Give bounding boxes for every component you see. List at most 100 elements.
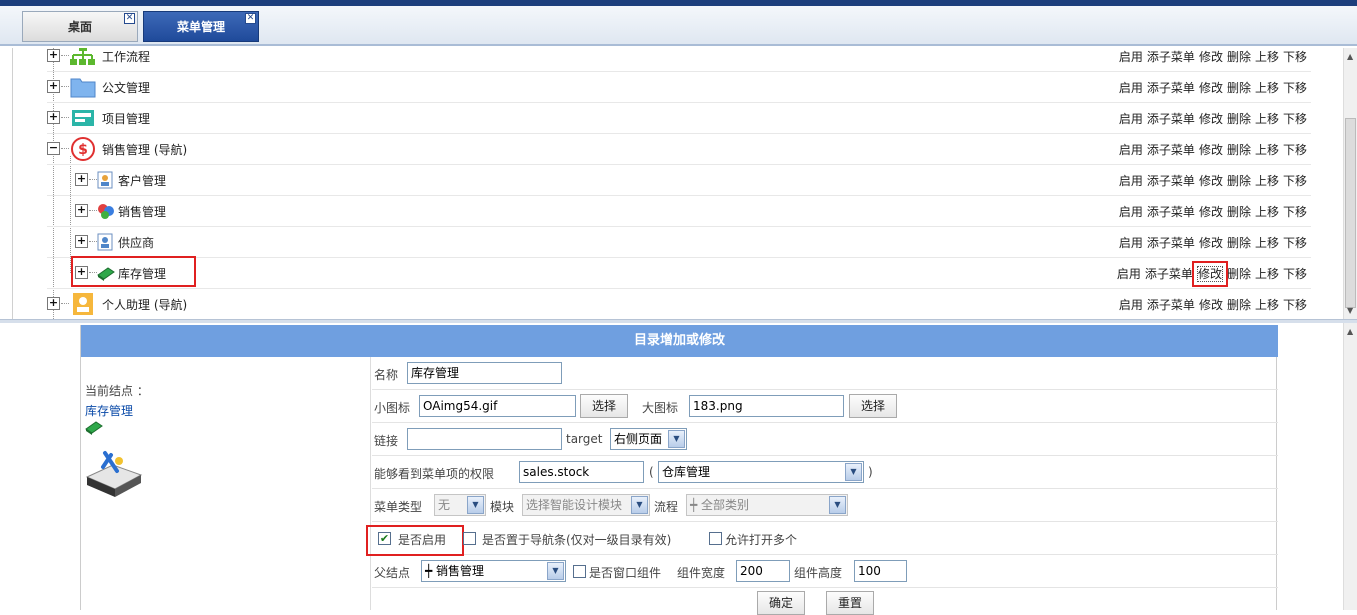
small-icon-input[interactable]: OAimg54.gif	[419, 395, 576, 417]
navbar-checkbox-label[interactable]: 是否置于导航条(仅对一级目录有效)	[482, 531, 671, 548]
delete-link[interactable]: 删除	[1227, 236, 1251, 250]
scroll-up-icon[interactable]: ▲	[1347, 327, 1353, 336]
enable-link[interactable]: 启用	[1117, 267, 1141, 281]
enable-link[interactable]: 启用	[1119, 298, 1143, 312]
delete-link[interactable]: 删除	[1227, 298, 1251, 312]
tree-row-label[interactable]: 工作流程	[102, 48, 150, 65]
window-component-checkbox[interactable]	[573, 565, 586, 578]
edit-link[interactable]: 修改	[1199, 236, 1223, 250]
add-child-link[interactable]: 添子菜单	[1147, 50, 1195, 64]
chevron-down-icon[interactable]: ▼	[631, 496, 648, 514]
move-up-link[interactable]: 上移	[1255, 205, 1279, 219]
add-child-link[interactable]: 添子菜单	[1145, 267, 1193, 281]
tree-row[interactable]: + 项目管理 启用 添子菜单 修改 删除 上移 下移	[47, 103, 1311, 134]
move-up-link[interactable]: 上移	[1255, 267, 1279, 281]
move-down-link[interactable]: 下移	[1283, 267, 1307, 281]
parent-select[interactable]: ┿ 销售管理 ▼	[421, 560, 566, 582]
name-input[interactable]: 库存管理	[407, 362, 562, 384]
delete-link[interactable]: 删除	[1227, 50, 1251, 64]
delete-link[interactable]: 删除	[1227, 205, 1251, 219]
add-child-link[interactable]: 添子菜单	[1147, 81, 1195, 95]
edit-link[interactable]: 修改	[1199, 174, 1223, 188]
move-down-link[interactable]: 下移	[1283, 174, 1307, 188]
add-child-link[interactable]: 添子菜单	[1147, 174, 1195, 188]
expand-icon[interactable]: +	[47, 111, 60, 124]
tree-row-label[interactable]: 销售管理	[118, 203, 166, 220]
enable-link[interactable]: 启用	[1119, 112, 1143, 126]
chevron-down-icon[interactable]: ▼	[547, 562, 564, 580]
move-down-link[interactable]: 下移	[1283, 143, 1307, 157]
navbar-checkbox[interactable]	[463, 532, 476, 545]
permission-select[interactable]: 仓库管理 ▼	[658, 461, 864, 483]
multi-open-checkbox-label[interactable]: 允许打开多个	[725, 531, 797, 548]
tree-row[interactable]: + 公文管理 启用 添子菜单 修改 删除 上移 下移	[47, 72, 1311, 103]
tree-row[interactable]: + 销售管理 启用 添子菜单 修改 删除 上移 下移	[47, 196, 1311, 227]
pane-divider[interactable]	[0, 319, 1357, 323]
delete-link[interactable]: 删除	[1227, 81, 1251, 95]
move-up-link[interactable]: 上移	[1255, 81, 1279, 95]
move-down-link[interactable]: 下移	[1283, 298, 1307, 312]
menu-type-select[interactable]: 无 ▼	[434, 494, 486, 516]
delete-link[interactable]: 删除	[1227, 267, 1251, 281]
delete-link[interactable]: 删除	[1227, 174, 1251, 188]
add-child-link[interactable]: 添子菜单	[1147, 205, 1195, 219]
move-up-link[interactable]: 上移	[1255, 298, 1279, 312]
enable-link[interactable]: 启用	[1119, 205, 1143, 219]
enable-link[interactable]: 启用	[1119, 50, 1143, 64]
enable-link[interactable]: 启用	[1119, 174, 1143, 188]
move-up-link[interactable]: 上移	[1255, 174, 1279, 188]
tab-desktop[interactable]: 桌面 ✕	[22, 11, 138, 42]
enable-link[interactable]: 启用	[1119, 81, 1143, 95]
tree-row[interactable]: + 供应商 启用 添子菜单 修改 删除 上移 下移	[47, 227, 1311, 258]
multi-open-checkbox[interactable]	[709, 532, 722, 545]
tab-menu-management[interactable]: 菜单管理 ✕	[143, 11, 259, 42]
tree-row-selected[interactable]: + 库存管理 启用 添子菜单 修改 删除 上移 下移	[47, 256, 1311, 289]
expand-icon[interactable]: +	[75, 235, 88, 248]
flow-select[interactable]: ┿ 全部类别 ▼	[686, 494, 848, 516]
move-down-link[interactable]: 下移	[1283, 81, 1307, 95]
close-icon[interactable]: ✕	[245, 13, 256, 24]
chevron-down-icon[interactable]: ▼	[467, 496, 484, 514]
edit-link[interactable]: 修改	[1199, 205, 1223, 219]
component-width-input[interactable]: 200	[736, 560, 790, 582]
enable-link[interactable]: 启用	[1119, 143, 1143, 157]
permission-input[interactable]: sales.stock	[519, 461, 644, 483]
component-height-input[interactable]: 100	[854, 560, 907, 582]
window-component-label[interactable]: 是否窗口组件	[589, 564, 661, 581]
move-down-link[interactable]: 下移	[1283, 205, 1307, 219]
large-icon-input[interactable]: 183.png	[689, 395, 844, 417]
scroll-up-icon[interactable]: ▲	[1347, 52, 1353, 61]
tree-row-label[interactable]: 项目管理	[102, 110, 150, 127]
expand-icon[interactable]: +	[47, 80, 60, 93]
chevron-down-icon[interactable]: ▼	[845, 463, 862, 481]
edit-link[interactable]: 修改	[1199, 50, 1223, 64]
move-down-link[interactable]: 下移	[1283, 112, 1307, 126]
module-select[interactable]: 选择智能设计模块 ▼	[522, 494, 650, 516]
large-icon-select-button[interactable]: 选择	[849, 394, 897, 418]
move-up-link[interactable]: 上移	[1255, 112, 1279, 126]
add-child-link[interactable]: 添子菜单	[1147, 143, 1195, 157]
chevron-down-icon[interactable]: ▼	[668, 430, 685, 448]
scroll-down-icon[interactable]: ▼	[1347, 306, 1353, 315]
reset-button[interactable]: 重置	[826, 591, 874, 615]
edit-link[interactable]: 修改	[1199, 298, 1223, 312]
edit-link[interactable]: 修改	[1199, 81, 1223, 95]
move-down-link[interactable]: 下移	[1283, 236, 1307, 250]
move-up-link[interactable]: 上移	[1255, 143, 1279, 157]
tree-row[interactable]: + 工作流程 启用 添子菜单 修改 删除 上移 下移	[47, 48, 1311, 72]
edit-link-highlighted[interactable]: 修改	[1191, 261, 1228, 287]
form-scrollbar[interactable]: ▲	[1343, 323, 1357, 610]
move-up-link[interactable]: 上移	[1255, 50, 1279, 64]
delete-link[interactable]: 删除	[1227, 143, 1251, 157]
link-input[interactable]	[407, 428, 562, 450]
expand-icon[interactable]: +	[75, 173, 88, 186]
tree-row-label[interactable]: 个人助理 (导航)	[102, 296, 187, 313]
tree-scrollbar[interactable]: ▲ ▼	[1343, 48, 1357, 319]
edit-link[interactable]: 修改	[1199, 143, 1223, 157]
edit-link[interactable]: 修改	[1199, 112, 1223, 126]
add-child-link[interactable]: 添子菜单	[1147, 112, 1195, 126]
add-child-link[interactable]: 添子菜单	[1147, 236, 1195, 250]
add-child-link[interactable]: 添子菜单	[1147, 298, 1195, 312]
target-select[interactable]: 右侧页面 ▼	[610, 428, 687, 450]
tree-row-label[interactable]: 客户管理	[118, 172, 166, 189]
